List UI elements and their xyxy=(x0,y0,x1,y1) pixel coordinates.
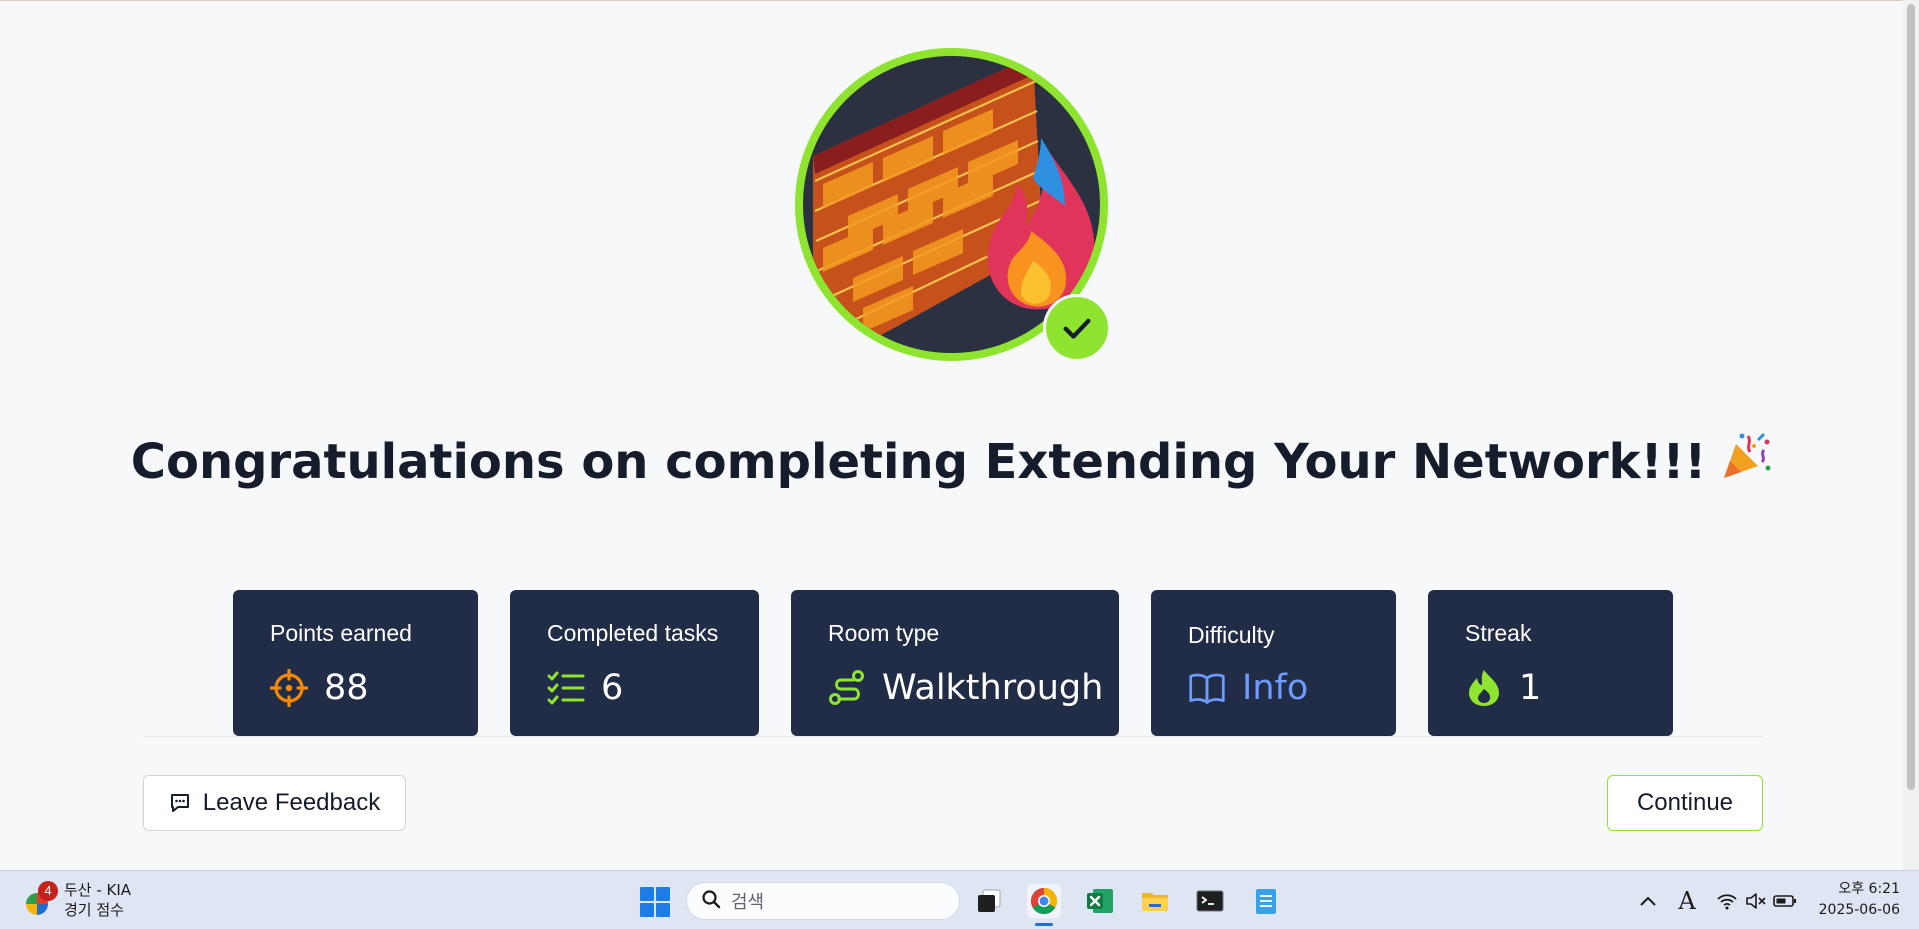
stat-value: Info xyxy=(1242,668,1309,708)
scrollbar-thumb[interactable] xyxy=(1907,4,1915,790)
room-badge xyxy=(795,48,1111,364)
leave-feedback-button[interactable]: Leave Feedback xyxy=(143,775,406,831)
continue-label: Continue xyxy=(1636,789,1734,816)
completed-check-icon xyxy=(1043,294,1111,362)
notification-count-badge: 4 xyxy=(38,881,58,901)
stat-value: 6 xyxy=(601,668,624,708)
clock-date: 2025-06-06 xyxy=(1818,902,1900,918)
sports-score-line1: 두산 - KIA xyxy=(64,881,132,899)
crosshair-icon xyxy=(270,669,308,707)
headline-text: Congratulations on completing Extending … xyxy=(130,434,1707,490)
stat-label: Difficulty xyxy=(1188,622,1275,648)
footer-divider xyxy=(143,736,1763,737)
flame-icon xyxy=(1465,669,1503,707)
file-explorer-icon[interactable] xyxy=(1138,884,1172,918)
active-app-indicator xyxy=(1035,923,1053,926)
search-placeholder: 검색 xyxy=(731,892,765,913)
route-icon xyxy=(828,669,866,707)
stat-card-streak: Streak 1 xyxy=(1428,590,1673,736)
party-popper-icon xyxy=(1720,430,1772,494)
excel-icon[interactable] xyxy=(1083,884,1117,918)
stat-label: Points earned xyxy=(270,620,412,646)
stat-label: Completed tasks xyxy=(547,620,719,646)
stat-value: 1 xyxy=(1519,668,1542,708)
ime-indicator[interactable]: A xyxy=(1673,887,1701,915)
battery-icon[interactable] xyxy=(1771,888,1799,914)
taskbar-search-box[interactable]: 검색 xyxy=(686,882,960,920)
search-icon xyxy=(701,889,721,913)
checklist-icon xyxy=(547,669,585,707)
clock-time: 오후 6:21 xyxy=(1838,881,1900,897)
speaker-muted-icon[interactable] xyxy=(1742,888,1770,914)
notepad-icon[interactable] xyxy=(1249,884,1283,918)
page-scrollbar[interactable] xyxy=(1903,0,1919,870)
continue-button[interactable]: Continue xyxy=(1607,775,1763,831)
stat-label: Streak xyxy=(1465,620,1532,646)
chrome-taskbar-icon[interactable] xyxy=(1027,884,1061,918)
wifi-icon[interactable] xyxy=(1713,888,1741,914)
taskbar: 4 두산 - KIA 경기 점수 검색 A 오후 6:21 2025-06-06 xyxy=(0,870,1919,929)
chevron-up-icon[interactable] xyxy=(1634,888,1662,914)
stat-card-room-type: Room type Walkthrough xyxy=(791,590,1119,736)
task-view-icon[interactable] xyxy=(972,884,1006,918)
stat-value: Walkthrough xyxy=(882,668,1104,708)
book-icon xyxy=(1188,669,1226,707)
system-clock[interactable]: 오후 6:21 2025-06-06 xyxy=(1812,879,1900,921)
terminal-icon[interactable] xyxy=(1193,884,1227,918)
page-title: Congratulations on completing Extending … xyxy=(0,430,1903,494)
window-top-border xyxy=(0,0,1919,1)
windows-start-icon[interactable] xyxy=(640,887,670,917)
feedback-bubble-icon xyxy=(169,792,191,814)
sports-score-widget[interactable]: 4 xyxy=(22,881,62,921)
leave-feedback-label: Leave Feedback xyxy=(202,789,381,816)
stat-card-points: Points earned 88 xyxy=(233,590,478,736)
stat-value: 88 xyxy=(324,668,369,708)
stat-card-tasks: Completed tasks 6 xyxy=(510,590,759,736)
sports-score-line2: 경기 점수 xyxy=(64,901,124,919)
stat-card-difficulty: Difficulty Info xyxy=(1151,590,1396,736)
stat-label: Room type xyxy=(828,620,940,646)
sports-score-text[interactable]: 두산 - KIA 경기 점수 xyxy=(64,880,131,920)
